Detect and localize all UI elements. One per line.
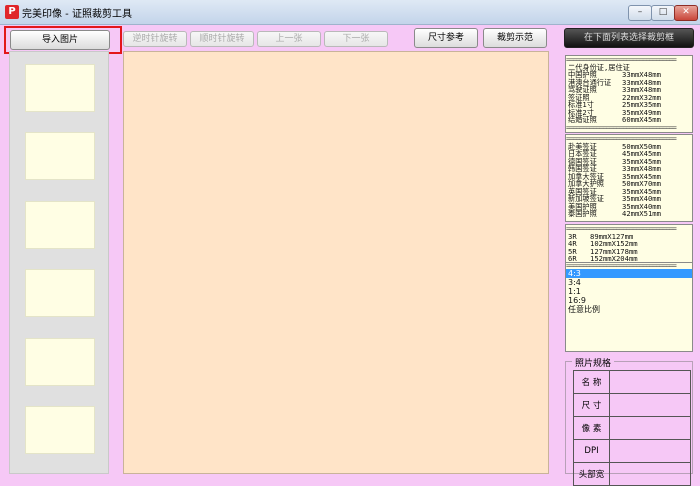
specs-label: DPI (573, 439, 610, 463)
specs-value (609, 439, 691, 463)
list-item[interactable]: 16:9 (566, 296, 692, 305)
print-size-list[interactable]: ================================= 3R 89mm… (565, 224, 693, 266)
specs-table: 名 称尺 寸像 素 DPI 头部宽 (573, 370, 691, 486)
list-item[interactable]: 1:1 (566, 287, 692, 296)
specs-value (609, 462, 691, 486)
crop-demo-button[interactable]: 裁剪示范 (483, 28, 547, 48)
list-item-name: 16:9 (568, 296, 586, 305)
list-separator: ================================= (566, 122, 677, 132)
minimize-button[interactable]: – (628, 5, 652, 21)
specs-row: 尺 寸 (573, 393, 691, 417)
specs-row: 像 素 (573, 416, 691, 440)
maximize-icon: □ (658, 7, 668, 17)
specs-value (609, 416, 691, 440)
photo-specs-group: 照片规格 名 称尺 寸像 素 DPI 头部宽 (565, 356, 693, 486)
specs-value (609, 370, 691, 394)
image-canvas[interactable] (123, 51, 549, 474)
thumbnail-slot[interactable] (25, 338, 95, 386)
close-icon: ✕ (682, 7, 690, 17)
size-reference-button[interactable]: 尺寸参考 (414, 28, 478, 48)
visa-photo-list[interactable]: ================================= 赴美签证 50… (565, 134, 693, 222)
rotate-cw-button[interactable]: 顺时针旋转 (190, 31, 254, 47)
specs-label: 尺 寸 (573, 393, 610, 417)
list-item-name: 任意比例 (568, 305, 600, 314)
list-item[interactable]: 3:4 (566, 278, 692, 287)
prev-image-button[interactable]: 上一张 (257, 31, 321, 47)
app-logo-icon: P (5, 5, 19, 19)
list-item-name: 1:1 (568, 287, 581, 296)
window-title: 完美印像 - 证照裁剪工具 (22, 9, 132, 20)
list-item-name: 结婚证照 (568, 115, 597, 124)
specs-label: 名 称 (573, 370, 610, 394)
aspect-ratio-list[interactable]: ================================= 4:3 3:4… (565, 262, 693, 352)
specs-value (609, 393, 691, 417)
minimize-icon: – (637, 7, 643, 17)
close-button[interactable]: ✕ (674, 5, 698, 21)
list-item-name: 3:4 (568, 278, 581, 287)
specs-label: 像 素 (573, 416, 610, 440)
thumbnail-slot[interactable] (25, 406, 95, 454)
specs-row: DPI (573, 439, 691, 463)
next-image-button[interactable]: 下一张 (324, 31, 388, 47)
specs-row: 头部宽 (573, 462, 691, 486)
list-item-name: 4:3 (568, 269, 581, 278)
thumbnail-slot[interactable] (25, 201, 95, 249)
specs-legend: 照片规格 (572, 356, 615, 369)
list-item[interactable]: 泰国护照 42mmX51mm (566, 210, 692, 218)
thumbnail-slot[interactable] (25, 64, 95, 112)
maximize-button[interactable]: □ (651, 5, 675, 21)
list-item[interactable]: 结婚证照 60mmX45mm (566, 116, 692, 124)
list-item-size: 60mmX45mm (622, 115, 661, 124)
specs-label: 头部宽 (573, 462, 610, 486)
list-item-name: 泰国护照 (568, 209, 597, 218)
thumbnail-slot[interactable] (25, 132, 95, 180)
list-item[interactable]: 4:3 (566, 269, 692, 278)
list-item[interactable]: 任意比例 (566, 305, 692, 314)
thumbnail-panel (9, 51, 109, 474)
import-image-button[interactable]: 导入图片 (10, 30, 110, 50)
list-item-size: 42mmX51mm (622, 209, 661, 218)
select-crop-hint-button[interactable]: 在下面列表选择裁剪框 (564, 28, 694, 48)
rotate-ccw-button[interactable]: 逆时针旋转 (123, 31, 187, 47)
specs-row: 名 称 (573, 370, 691, 394)
id-photo-list[interactable]: ================================= 二代身份证,… (565, 55, 693, 133)
title-bar: P 完美印像 - 证照裁剪工具 – □ ✕ (0, 0, 700, 25)
thumbnail-slot[interactable] (25, 269, 95, 317)
